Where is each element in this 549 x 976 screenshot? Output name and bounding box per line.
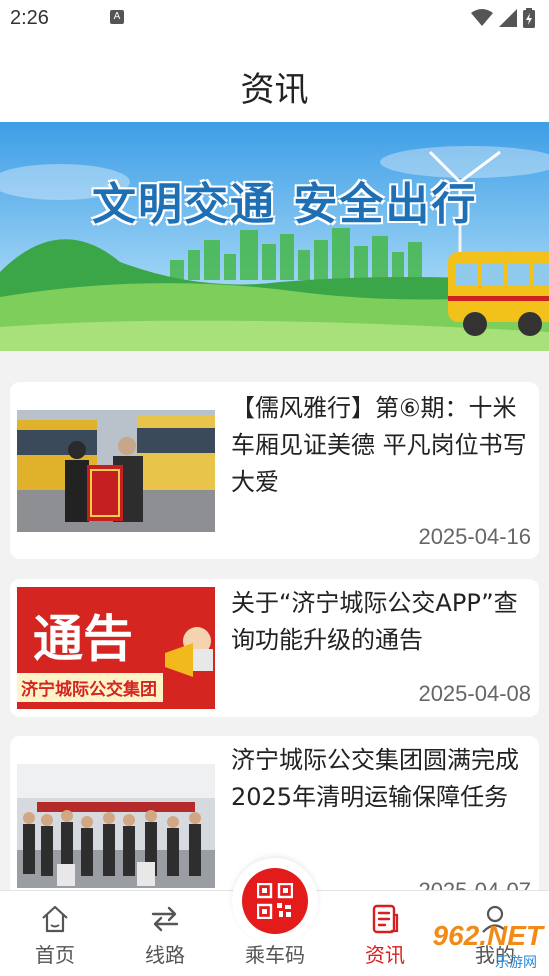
news-title: 【儒风雅行】第⑥期：十米车厢见证美德 平凡岗位书写大爱 [231, 394, 527, 497]
notice-thumb-subtitle: 济宁城际公交集团 [17, 673, 163, 702]
news-thumbnail [17, 764, 215, 888]
home-icon [42, 905, 68, 933]
watermark-text: 962.NET [432, 920, 544, 951]
watermark-subtext: 乐游网 [495, 954, 537, 970]
qr-code-icon [257, 883, 293, 919]
news-icon [372, 904, 399, 934]
notification-icon: A [110, 10, 124, 24]
tab-routes[interactable]: 线路 [110, 891, 220, 976]
status-time: 2:26 [10, 7, 49, 29]
news-date: 2025-04-07 [418, 878, 531, 890]
app-header: 资讯 [0, 40, 549, 122]
news-list[interactable]: 【儒风雅行】第⑥期：十米车厢见证美德 平凡岗位书写大爱 2025-04-16 通… [0, 351, 549, 890]
news-date: 2025-04-16 [418, 524, 531, 549]
megaphone-icon [165, 627, 213, 677]
ride-code-button[interactable] [232, 858, 318, 944]
route-icon [151, 906, 179, 932]
page-title: 资讯 [240, 70, 309, 110]
notice-thumb-title: 通告 [33, 610, 133, 668]
tab-label: 线路 [145, 945, 185, 967]
banner-illustration [0, 122, 549, 351]
status-icons [471, 8, 535, 28]
news-thumbnail: 通告 济宁城际公交集团 [17, 587, 215, 709]
news-item[interactable]: 【儒风雅行】第⑥期：十米车厢见证美德 平凡岗位书写大爱 2025-04-16 [10, 382, 539, 559]
promo-banner[interactable]: 文明交通 安全出行 [0, 122, 549, 351]
signal-icon [499, 9, 517, 27]
news-title: 济宁城际公交集团圆满完成2025年清明运输保障任务 [231, 746, 519, 812]
tab-home[interactable]: 首页 [0, 891, 110, 976]
banner-slogan: 文明交通 安全出行 [92, 179, 478, 230]
news-title: 关于“济宁城际公交APP”查询功能升级的通告 [231, 589, 518, 655]
ride-code-circle [242, 868, 308, 934]
news-date: 2025-04-08 [418, 681, 531, 706]
news-thumbnail [17, 410, 215, 532]
watermark-logo: 962.NET 乐游网 [409, 916, 545, 970]
battery-icon [523, 8, 535, 28]
news-item[interactable]: 通告 济宁城际公交集团 关于“济宁城际公交APP”查询功能升级的通告 2025-… [10, 579, 539, 717]
tab-label: 首页 [35, 945, 75, 967]
status-bar: 2:26 A [0, 0, 549, 40]
wifi-icon [471, 9, 493, 26]
